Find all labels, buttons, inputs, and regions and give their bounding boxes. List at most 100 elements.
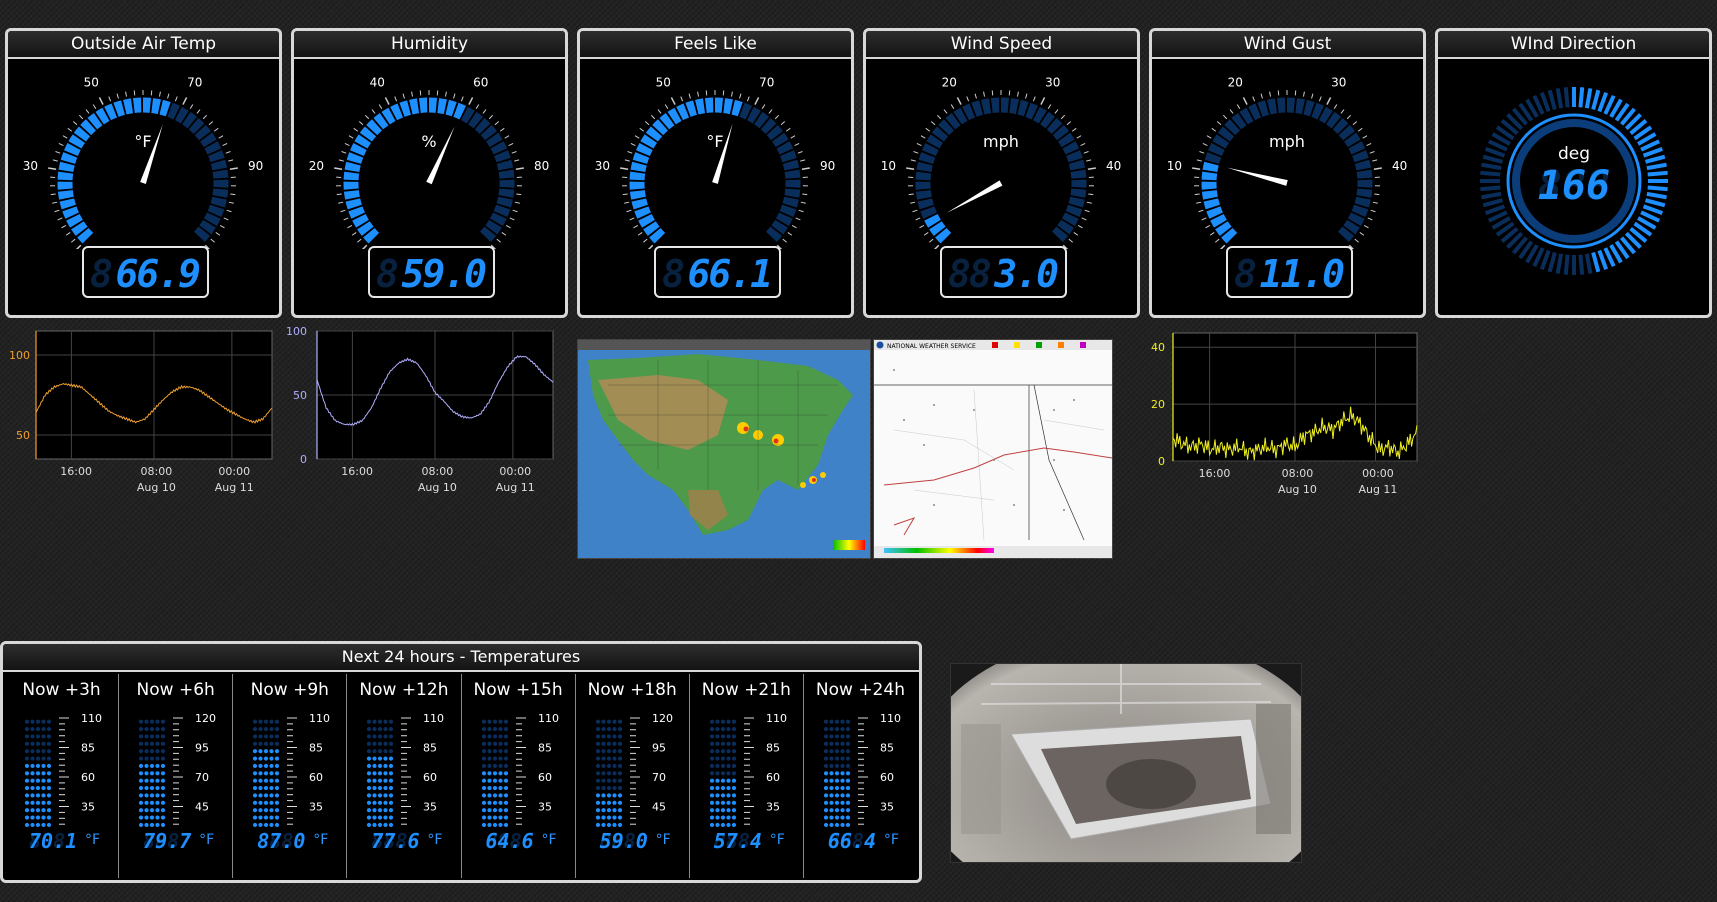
gauge-tick [785,127,791,132]
radar-map-local[interactable]: NATIONAL WEATHER SERVICE [873,339,1113,559]
forecast-cell: Now +24h 11085603510 888 66.4 °F [804,674,917,878]
forecast-dot [709,815,714,820]
forecast-cell: Now +18h 12095704520 888 59.0 °F [576,674,690,878]
gauge-tick [1326,97,1332,105]
forecast-dot [253,808,258,813]
forecast-dot [389,800,394,805]
forecast-dot [726,778,731,783]
gauge-tick [908,193,914,196]
gauge-arc-segment [643,221,660,236]
forecast-dot [35,800,41,805]
forecast-unit: °F [883,832,899,848]
forecast-dot [497,726,503,732]
gauge-arc-segment [1025,102,1039,120]
forecast-dot [275,756,280,761]
gauge-tick [1222,114,1228,120]
panel-title: Wind Speed [866,31,1137,59]
forecast-bar-gauge: 11085603510 [823,712,901,828]
gauge-tick [801,167,810,170]
camera-snapshot[interactable] [950,663,1302,863]
forecast-dot [715,749,720,754]
forecast-dot [139,734,144,739]
gauge-tick-label: 80 [534,159,549,173]
forecast-dot [486,808,492,813]
gauge-tick [226,209,232,213]
gauge-tick [167,93,170,99]
forecast-dot [372,800,377,805]
forecast-dot [715,822,720,828]
forecast-label: Now +24h [815,680,905,700]
gauge-tick-label: 10 [1167,159,1182,173]
gauge-tick [453,93,456,99]
gauge-tick [210,238,215,243]
gauge-tick [514,201,520,204]
forecast-dot [258,756,263,761]
chart-x-date-label: Aug 11 [1358,483,1397,496]
highway-road [893,517,916,536]
forecast-dot [612,756,617,761]
forecast-dot [486,778,492,783]
forecast-dot [612,785,617,791]
forecast-scale-label: 110 [538,712,559,725]
forecast-dot [840,771,845,776]
forecast-dot [720,726,725,732]
gauge-tick [338,201,344,204]
gauge-arc-segment [784,188,801,198]
forecast-scale-label: 60 [766,771,780,784]
gauge-arc-segment [1061,212,1079,226]
gauge-arc-segment [62,206,80,219]
forecast-dot [161,778,166,783]
forecast-dot [150,763,155,769]
forecast-dot [35,763,41,769]
radar-map-national[interactable] [577,339,871,559]
gauge-arc-segment [1354,159,1372,171]
gauge-tick [780,121,786,126]
lcd-value: 66.9 [115,252,201,296]
gauge-tick [61,224,67,229]
forecast-dot [139,771,144,776]
forecast-dot [144,756,149,761]
forecast-dot [492,778,497,783]
gauge-tick [1032,96,1036,102]
forecast-dot [367,763,372,769]
gauge-panel-wind-direction: WInd Direction deg 888 166 [1435,28,1712,318]
forecast-dot [823,734,828,739]
forecast-dot [726,726,731,732]
forecast-dot [709,785,714,791]
forecast-dot [269,726,274,732]
forecast-scale-label: 110 [766,712,787,725]
forecast-dot [845,734,850,739]
gauge-arc-segment [493,204,511,217]
forecast-dot [829,822,834,828]
forecast-dot [264,815,269,820]
forecast-dot [150,822,155,828]
forecast-dot [823,800,828,805]
forecast-dot [595,793,600,798]
forecast-dot [24,771,30,776]
forecast-dot [731,800,736,805]
gauge-arc-segment [1201,171,1218,181]
forecast-dot [269,822,274,828]
forecast-dot [378,756,383,761]
gauge-tick [1219,244,1226,249]
gauge-arc-segment [352,213,369,228]
forecast-dot [595,763,600,769]
forecast-scale-label: 85 [81,742,95,755]
chart-x-tick-label: 16:00 [341,465,373,478]
gauge-arc-segment [104,103,118,121]
reflectivity-legend [884,548,994,553]
forecast-dot [486,815,492,820]
gauge-tick [627,151,633,154]
gauge-tick [1318,96,1322,102]
forecast-dot [258,726,263,732]
gauge-arc-segment [945,113,961,130]
forecast-scale-label: 110 [423,712,444,725]
gauge-tick-label: 30 [595,159,610,173]
forecast-dot [606,719,611,724]
forecast-dot [606,771,611,776]
gauge-tick [1206,135,1212,139]
forecast-dot [41,785,46,791]
forecast-dot [709,749,714,754]
gauge-tick [1362,135,1368,139]
gauge-tick [915,217,921,221]
